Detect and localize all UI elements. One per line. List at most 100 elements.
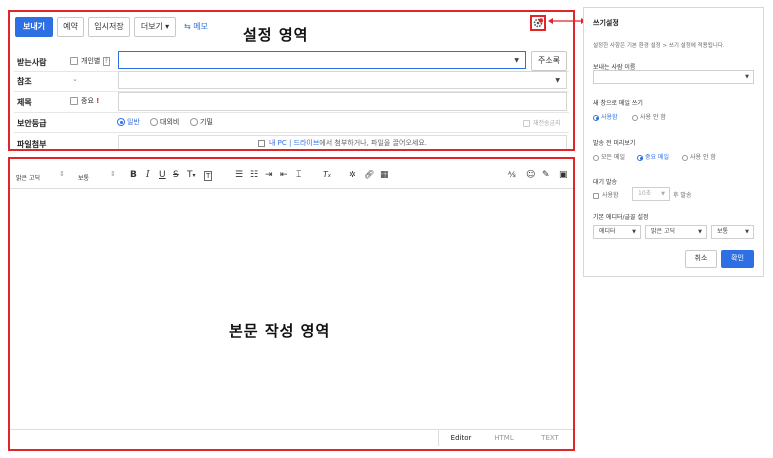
send-button[interactable]: 보내기 [15,17,53,37]
radio-selected[interactable] [637,154,643,161]
preview-option-off[interactable]: 사용 안 함 [682,152,716,161]
security-option-confidential[interactable]: 대외비 [150,117,179,127]
to-individual-option[interactable]: 개인별 ? [70,56,110,66]
link-icon[interactable]: 🔗︎ [364,170,374,179]
editor-select-value: 에디터 [599,228,616,235]
chevron-down-icon: ▼ [632,229,636,235]
more-button[interactable]: 더보기 ▾ [134,17,176,37]
sender-name-select[interactable]: ▼ [593,70,754,84]
table-icon[interactable]: ▦ [380,170,389,180]
memo-button[interactable]: ⇆ 메모 [184,21,208,32]
cc-expand-icon[interactable]: ⌄ [72,75,78,83]
cancel-button[interactable]: 취소 [685,250,717,268]
callout-arrow [548,18,586,24]
help-icon[interactable]: ? [102,57,110,66]
delay-label: 대기 발송 [593,179,617,186]
radio[interactable] [150,118,158,126]
new-window-option-on[interactable]: 사용함 [593,112,618,121]
tab-text[interactable]: TEXT [532,434,568,442]
editor-select[interactable]: 에디터 ▼ [593,225,641,239]
settings-gear-button[interactable] [530,15,546,31]
swap-icon: ⇆ [184,22,191,31]
option-text: 중요 메일 [645,154,669,161]
bg-color-icon[interactable]: T [204,171,213,181]
align-icon[interactable]: ☰ [235,170,243,180]
temp-save-button[interactable]: 임시저장 [88,17,130,37]
updown-icon[interactable]: ⇕ [110,170,116,178]
security-option-normal[interactable]: 일반 [117,117,140,127]
important-checkbox[interactable] [70,97,78,105]
delay-value: 10초 [638,190,652,197]
forward-block-option[interactable]: 재전송금지 [523,118,561,127]
forward-block-checkbox[interactable] [523,120,530,127]
memo-label: 메모 [193,22,208,31]
bold-icon[interactable]: B [130,170,137,180]
emoji-special-icon[interactable]: ✲ [349,170,356,179]
subject-input[interactable] [118,92,567,111]
upload-icon [257,139,265,147]
tab-html[interactable]: HTML [486,434,522,442]
radio[interactable] [682,154,688,161]
list-icon[interactable]: ☷ [250,170,258,180]
cc-input[interactable]: ▼ [118,71,567,89]
text-color-icon[interactable]: T▾ [187,170,196,180]
delay-checkbox[interactable] [593,192,599,199]
option-text: 사용 안 함 [690,154,716,161]
reserve-button[interactable]: 예약 [57,17,84,37]
new-window-label: 새 창으로 메일 쓰기 [593,100,643,107]
addressbook-button[interactable]: 주소록 [531,51,567,71]
tab-editor[interactable]: Editor [443,434,479,442]
underline-icon[interactable]: U [159,170,166,180]
preview-option-important[interactable]: 중요 메일 [637,152,669,161]
security-label: 보안등급 [17,119,47,128]
radio-selected[interactable] [117,118,125,126]
radio[interactable] [190,118,198,126]
attach-dropzone[interactable]: 내 PC | 드라이브에서 첨부하거나, 파일을 끌어오세요. [118,135,567,149]
attach-link[interactable]: 내 PC | 드라이브 [269,139,319,147]
to-individual-checkbox[interactable] [70,57,78,65]
signature-icon[interactable]: ✎ [542,170,550,180]
confirm-button[interactable]: 확인 [721,250,754,268]
new-window-option-off[interactable]: 사용 안 함 [632,112,666,121]
preview-label: 발송 전 미리보기 [593,140,636,147]
size-select-value: 보통 [717,228,729,235]
delay-suffix: 후 발송 [673,192,692,199]
security-option-secret[interactable]: 기밀 [190,117,213,127]
chevron-down-icon: ▼ [745,74,749,80]
strikethrough-icon[interactable]: S [173,170,179,180]
clear-format-icon[interactable]: Tx [323,170,331,179]
font-select-value: 맑은 고딕 [651,228,675,235]
preview-option-all[interactable]: 모든 메일 [593,152,625,161]
font-select[interactable]: 맑은 고딕 [16,173,40,182]
tabs-divider [10,429,573,430]
chevron-down-icon[interactable]: ▼ [555,77,560,84]
forward-block-text: 재전송금지 [533,120,561,127]
indent-icon[interactable]: ⇥ [265,170,273,180]
size-select[interactable]: 보통 [78,173,89,182]
tab-separator [438,429,439,446]
radio[interactable] [632,114,638,121]
panel-description: 설정한 사항은 기본 환경 설정 > 쓰기 설정에 적용됩니다. [593,43,725,49]
option-text: 대외비 [160,118,180,126]
radio[interactable] [593,154,599,161]
spellcheck-icon[interactable]: ⅍ [508,170,516,179]
line-height-icon[interactable]: ⌶ [296,170,301,180]
chevron-down-icon[interactable]: ▼ [514,57,519,64]
image-icon[interactable]: ▣ [559,170,568,180]
delay-select[interactable]: 10초 ▼ [632,187,670,201]
to-input[interactable]: ▼ [118,51,526,69]
smile-icon[interactable]: ☺ [526,170,535,180]
italic-icon[interactable]: I [146,170,150,180]
font-family-select[interactable]: 맑은 고딕 ▼ [645,225,707,239]
font-size-select[interactable]: 보통 ▼ [711,225,754,239]
outdent-icon[interactable]: ⇤ [280,170,288,180]
radio-selected[interactable] [593,114,599,121]
important-mark: ! [96,97,100,105]
editor-body[interactable] [12,190,572,428]
subject-important-option[interactable]: 중요 ! [70,96,99,106]
updown-icon[interactable]: ⇕ [59,170,65,178]
chevron-down-icon: ▼ [698,229,702,235]
delay-use-option[interactable]: 사용함 [593,190,619,199]
attach-label: 파일첨부 [17,140,47,149]
delay-use-text: 사용함 [602,192,619,199]
